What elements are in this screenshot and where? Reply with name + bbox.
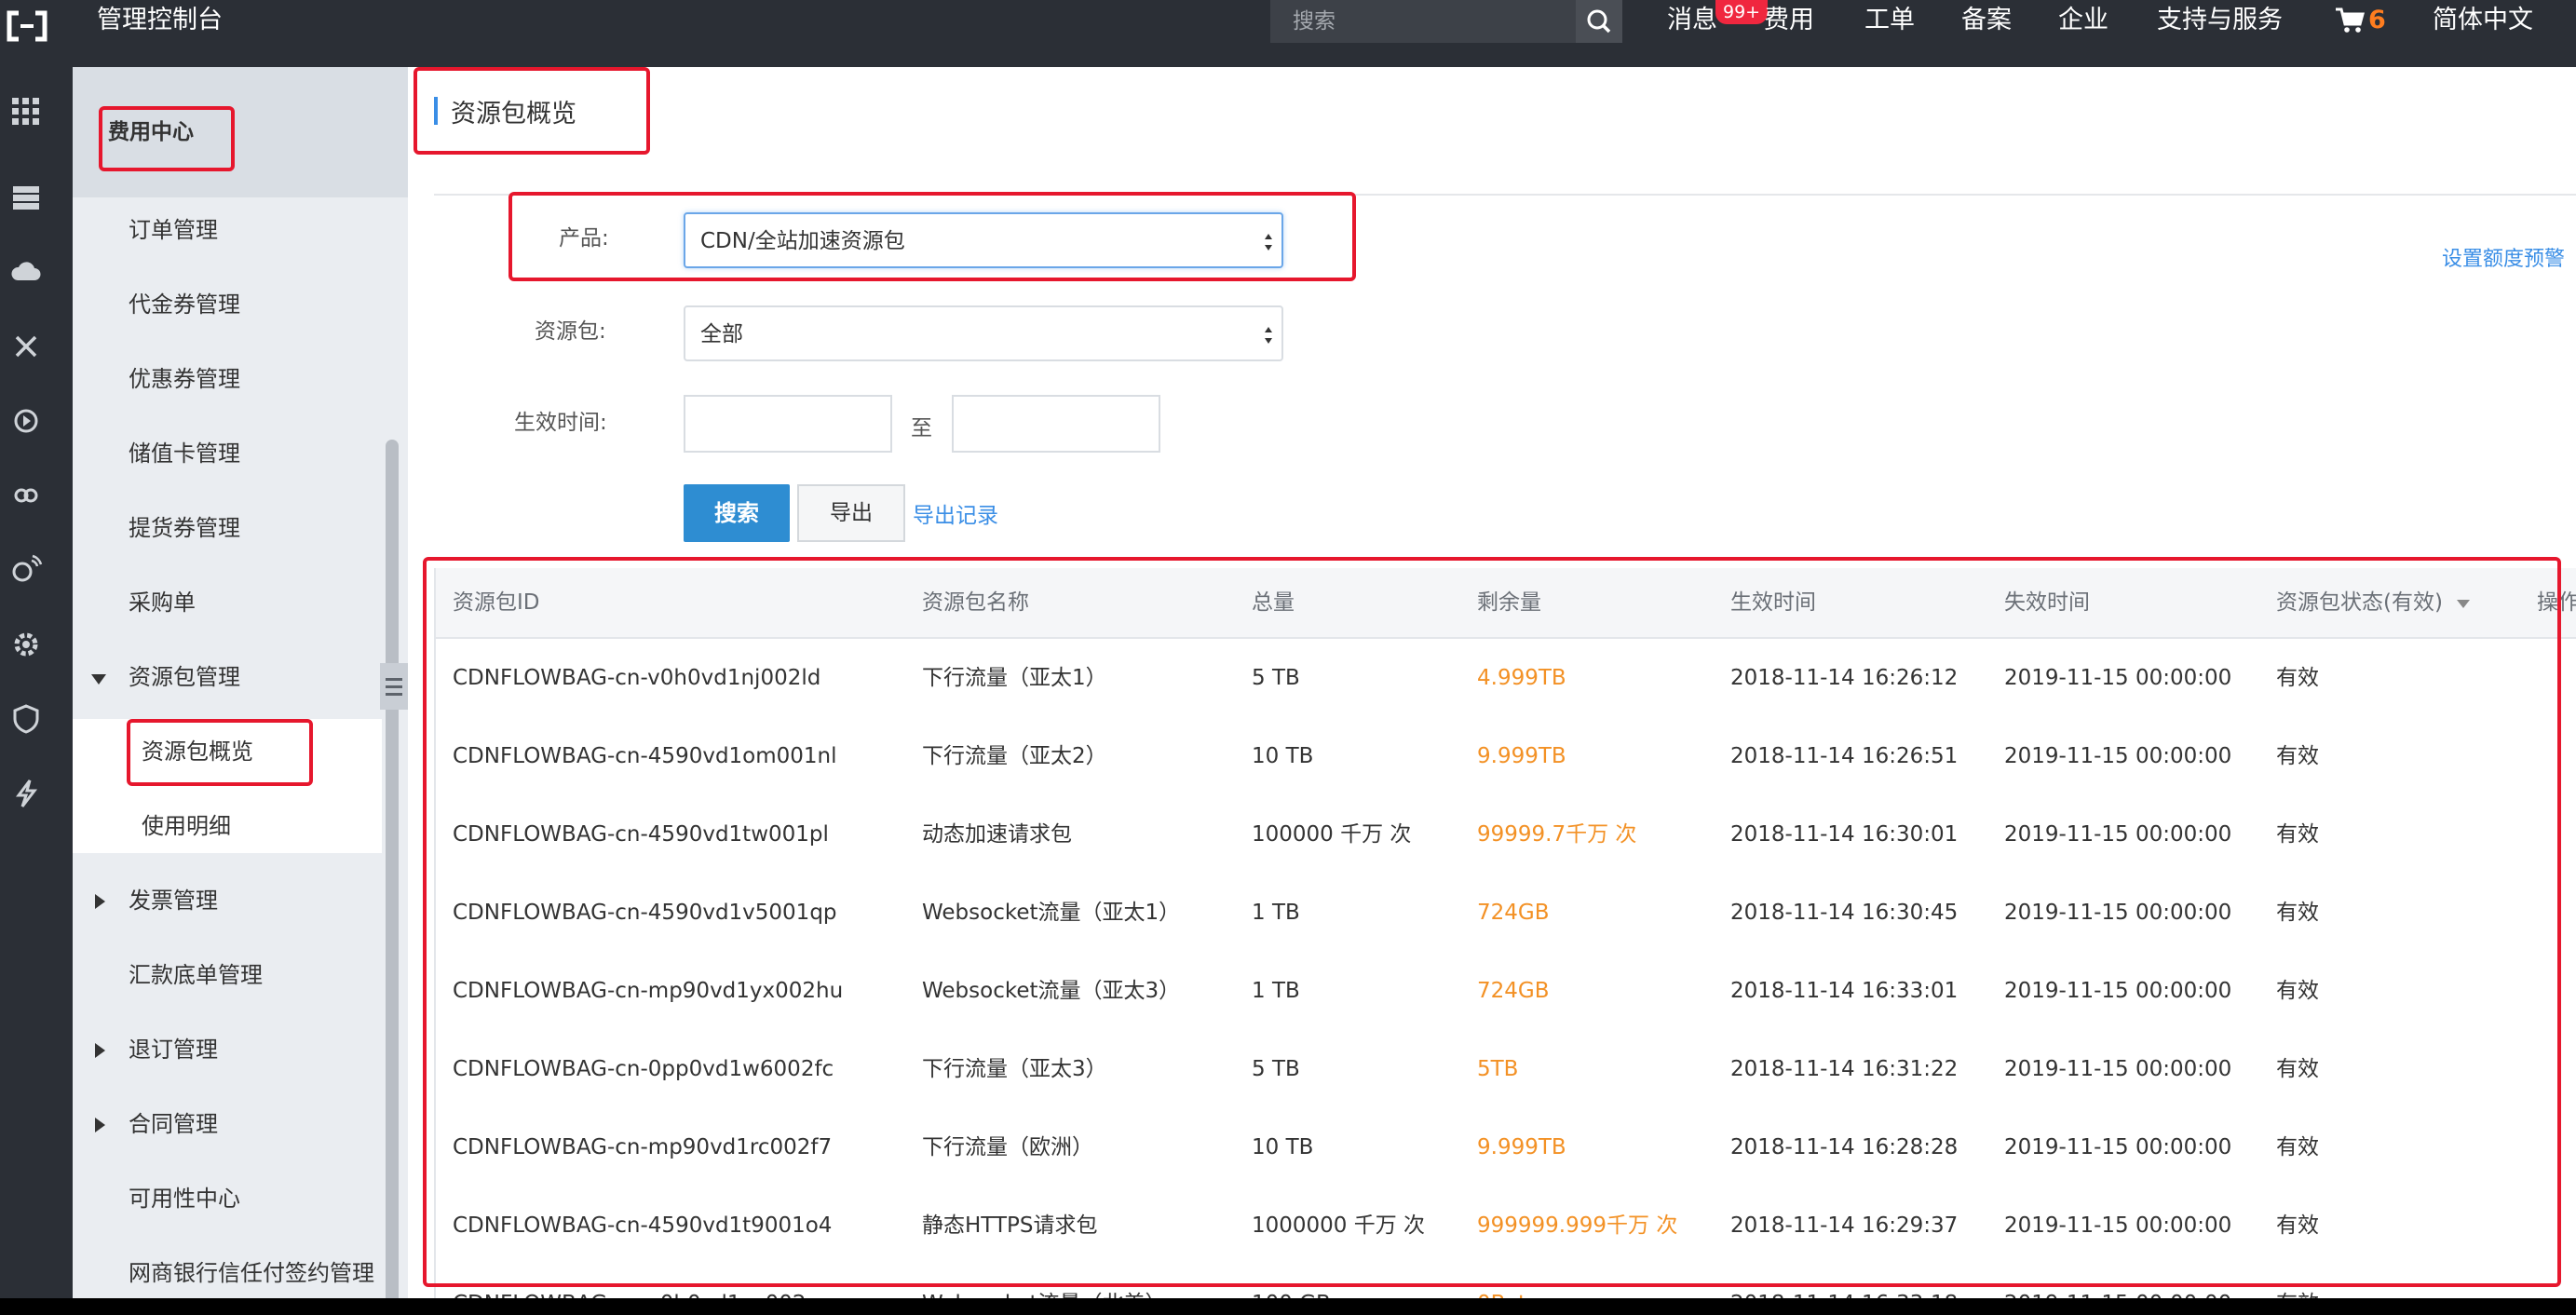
nav-support[interactable]: 支持与服务 [2157, 0, 2283, 41]
grid-icon[interactable] [9, 95, 43, 129]
cdn-icon[interactable] [9, 553, 43, 587]
package-filter-label: 资源包: [535, 319, 606, 344]
sidebar-item-unsubscribe[interactable]: 退订管理 [129, 1036, 218, 1064]
sidebar-collapse-button[interactable] [380, 663, 408, 710]
sidebar-item-availability-center[interactable]: 可用性中心 [129, 1185, 240, 1213]
shield-icon[interactable] [9, 702, 43, 736]
set-quota-alert-link[interactable]: 设置额度预警 [2442, 242, 2565, 272]
sidebar-item-orders[interactable]: 订单管理 [129, 216, 218, 244]
cart-count[interactable]: 6 [2368, 0, 2386, 41]
network-icon[interactable] [9, 330, 43, 363]
effective-time-start-input[interactable] [684, 395, 892, 453]
package-select-value: 全部 [700, 322, 743, 346]
nav-filing[interactable]: 备案 [1961, 0, 2012, 41]
console-app: 管理控制台 消息 99+ 费用 工单 备案 企业 支持与服务 6 简体中文 [0, 0, 2576, 1298]
collapsed-caret-icon [95, 894, 105, 909]
sidebar-item-contracts[interactable]: 合同管理 [129, 1110, 218, 1138]
play-icon[interactable] [9, 404, 43, 438]
collapsed-caret-icon [95, 1043, 105, 1058]
product-icon-bar [0, 67, 73, 1298]
sidebar-item-invoices[interactable]: 发票管理 [129, 887, 218, 915]
server-icon[interactable] [9, 181, 43, 214]
sidebar-item-purchase-orders[interactable]: 采购单 [129, 589, 196, 617]
sidebar-item-resource-packages[interactable]: 资源包管理 [129, 663, 240, 691]
annotation-box-page-title [414, 67, 650, 155]
sidebar-item-usage-details[interactable]: 使用明细 [142, 812, 231, 840]
messages-count-badge: 99+ [1715, 0, 1769, 24]
cart-icon[interactable] [2334, 6, 2366, 35]
select-arrows-icon [1265, 327, 1272, 344]
nav-tickets[interactable]: 工单 [1864, 0, 1915, 41]
nav-language[interactable]: 简体中文 [2433, 0, 2533, 41]
sidebar-item-remittance-slips[interactable]: 汇款底单管理 [129, 961, 263, 989]
sidebar-item-vouchers[interactable]: 代金券管理 [129, 291, 240, 319]
annotation-box-table [423, 557, 2561, 1287]
sidebar-item-stored-value-cards[interactable]: 储值卡管理 [129, 440, 240, 468]
sidebar-item-mybank-trust-pay[interactable]: 网商银行信任付签约管理 [129, 1259, 374, 1287]
aliyun-logo-icon[interactable] [4, 7, 50, 45]
console-title[interactable]: 管理控制台 [97, 0, 223, 41]
annotation-box-fee-center [99, 106, 235, 171]
link-icon[interactable] [9, 479, 43, 512]
export-button[interactable]: 导出 [797, 484, 905, 542]
global-search [1270, 0, 1576, 43]
gear-icon[interactable] [9, 628, 43, 661]
search-button[interactable]: 搜索 [684, 484, 790, 542]
global-search-button[interactable] [1576, 0, 1622, 43]
sidebar-item-coupons[interactable]: 优惠券管理 [129, 365, 240, 393]
cloud-icon[interactable] [9, 255, 43, 289]
expanded-caret-icon [91, 674, 106, 685]
sidebar-item-pickup-vouchers[interactable]: 提货券管理 [129, 514, 240, 542]
nav-fees[interactable]: 费用 [1764, 0, 1814, 41]
nav-messages[interactable]: 消息 [1667, 0, 1717, 41]
collapsed-caret-icon [95, 1118, 105, 1132]
effective-time-label: 生效时间: [514, 411, 607, 435]
annotation-box-package-overview [127, 719, 313, 786]
function-icon[interactable] [9, 777, 43, 810]
sidebar-scrollbar[interactable] [386, 440, 399, 1298]
menu-collapse-icon [386, 678, 402, 696]
sidebar: 费用中心 订单管理 代金券管理 优惠券管理 储值卡管理 提货券管理 采购单 资源… [73, 67, 408, 1298]
global-search-input[interactable] [1270, 0, 1568, 43]
annotation-box-product-filter [508, 192, 1356, 281]
package-select[interactable]: 全部 [684, 305, 1283, 361]
top-navigation-bar: 管理控制台 消息 99+ 费用 工单 备案 企业 支持与服务 6 简体中文 [0, 0, 2576, 67]
effective-time-end-input[interactable] [952, 395, 1160, 453]
export-records-link[interactable]: 导出记录 [913, 497, 998, 529]
nav-enterprise[interactable]: 企业 [2058, 0, 2108, 41]
date-range-separator: 至 [911, 416, 932, 441]
search-icon [1587, 9, 1611, 34]
